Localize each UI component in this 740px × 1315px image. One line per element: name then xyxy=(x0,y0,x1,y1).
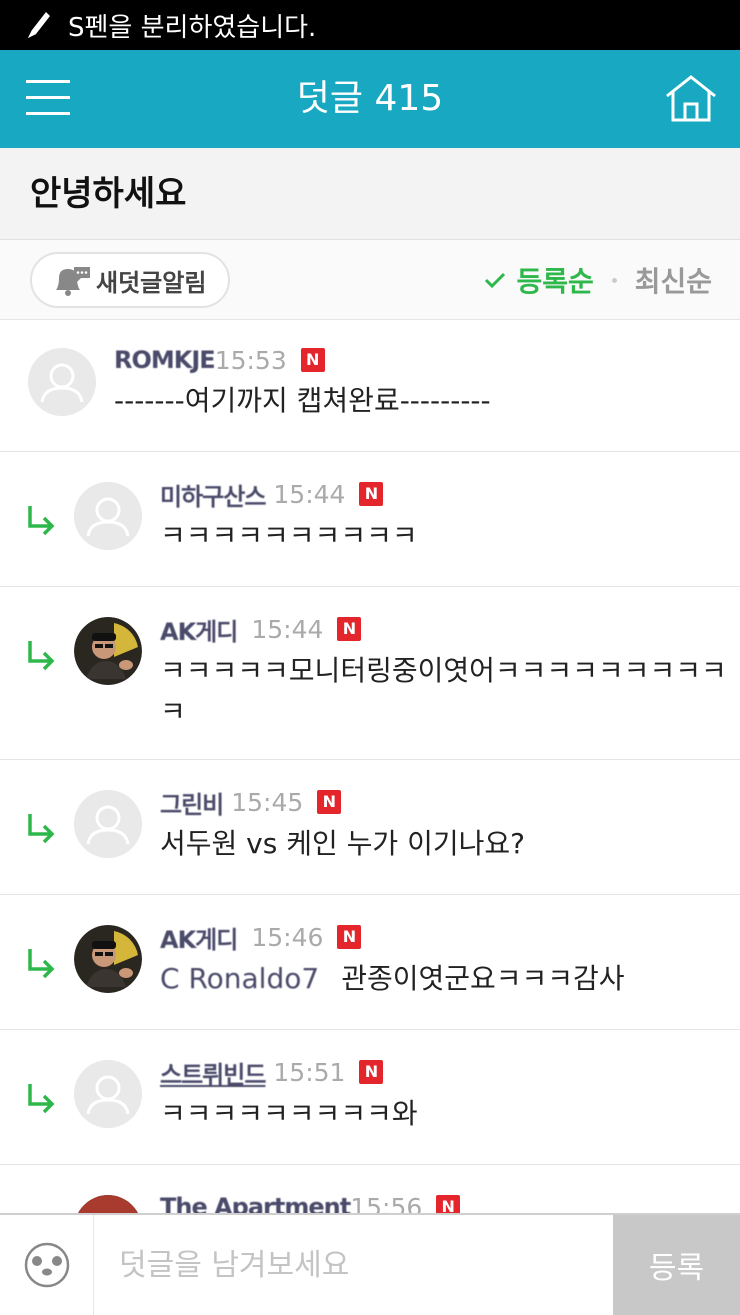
avatar-photo xyxy=(74,1195,142,1213)
comment-meta: 미하구산스 15:44 N xyxy=(160,477,384,512)
comment-author[interactable]: 미하구산스 xyxy=(160,477,266,512)
emoticon-icon xyxy=(24,1242,69,1288)
avatar xyxy=(74,1060,142,1128)
comment-list[interactable]: ROMKJE 15:53 N -------여기까지 캡쳐완료---------… xyxy=(0,320,740,1213)
avatar xyxy=(74,482,142,550)
comment-item: 그린비 15:45 N 서두원 vs 케인 누가 이기나요? xyxy=(0,760,740,895)
comment-time: 15:45 xyxy=(231,787,304,817)
avatar-photo xyxy=(74,925,142,993)
comment-text: -------여기까지 캡쳐완료--------- xyxy=(114,384,491,417)
comment-meta: AK게디 15:46 N xyxy=(160,920,362,955)
comment-author[interactable]: The Apartment xyxy=(160,1193,351,1213)
new-comment-notify-button[interactable]: 새덧글알림 xyxy=(30,252,230,308)
new-badge: N xyxy=(436,1195,461,1213)
reply-arrow-icon xyxy=(28,1084,55,1114)
new-badge: N xyxy=(337,925,362,949)
comment-item: 스트뤼빈드 15:51 N ㅋㅋㅋㅋㅋㅋㅋㅋㅋ와 xyxy=(0,1030,740,1165)
sort-label-registration: 등록순 xyxy=(516,265,594,298)
comment-text: C Ronaldo7 관종이엿군요ㅋㅋㅋ감사 xyxy=(160,956,625,1002)
comment-item: 미하구산스 15:44 N ㅋㅋㅋㅋㅋㅋㅋㅋㅋㅋ xyxy=(0,452,740,587)
post-title-bar: 안녕하세요 xyxy=(0,148,740,240)
comment-author[interactable]: AK게디 xyxy=(160,920,238,955)
comment-text-continued: ㅋ xyxy=(160,695,186,728)
comment-text: ㅋㅋㅋㅋㅋㅋㅋㅋㅋ와 xyxy=(160,1097,418,1130)
status-bar: S펜을 분리하였습니다. xyxy=(0,0,740,50)
comment-item: The Apartment 15:56 N xyxy=(0,1165,740,1213)
new-badge: N xyxy=(300,348,325,372)
comment-item: ROMKJE 15:53 N -------여기까지 캡쳐완료--------- xyxy=(0,320,740,452)
new-badge: N xyxy=(317,790,342,814)
reply-arrow-icon xyxy=(28,641,55,671)
comment-meta: AK게디 15:44 N xyxy=(160,612,362,647)
status-message: S펜을 분리하였습니다. xyxy=(68,12,317,43)
avatar xyxy=(28,348,96,416)
comment-time: 15:46 xyxy=(251,922,324,952)
comment-time: 15:53 xyxy=(214,345,287,375)
sort-by-registration[interactable]: 등록순 xyxy=(484,260,594,300)
pen-icon xyxy=(18,0,58,50)
comment-text: 서두원 vs 케인 누가 이기나요? xyxy=(160,827,525,860)
notify-label: 새덧글알림 xyxy=(96,268,207,297)
avatar xyxy=(74,790,142,858)
sort-by-latest[interactable]: 최신순 xyxy=(635,260,712,300)
comment-author[interactable]: 그린비 xyxy=(160,785,224,820)
comment-meta: The Apartment 15:56 N xyxy=(160,1192,461,1214)
reply-arrow-icon xyxy=(28,506,55,536)
comment-body: 관종이엿군요ㅋㅋㅋ감사 xyxy=(341,962,625,995)
comment-author[interactable]: 스트뤼빈드 xyxy=(160,1055,266,1090)
title-bar: 덧글 415 xyxy=(0,50,740,148)
sort-options: 등록순 최신순 xyxy=(484,240,712,320)
comment-text: ㅋㅋㅋㅋㅋㅋㅋㅋㅋㅋ xyxy=(160,519,418,552)
comment-item: AK게디 15:44 N ㅋㅋㅋㅋㅋ모니터링중이엿어ㅋㅋㅋㅋㅋㅋㅋㅋㅋ ㅋ xyxy=(0,587,740,760)
comment-author[interactable]: AK게디 xyxy=(160,612,238,647)
emoticon-button[interactable] xyxy=(0,1215,94,1315)
comment-item: AK게디 15:46 N C Ronaldo7 관종이엿군요ㅋㅋㅋ감사 xyxy=(0,895,740,1030)
page-title: 덧글 415 xyxy=(296,78,444,119)
comment-time: 15:44 xyxy=(251,614,324,644)
comment-meta: 스트뤼빈드 15:51 N xyxy=(160,1055,384,1090)
check-icon xyxy=(485,272,506,289)
avatar-photo xyxy=(74,617,142,685)
comment-text: ㅋㅋㅋㅋㅋ모니터링중이엿어ㅋㅋㅋㅋㅋㅋㅋㅋㅋ xyxy=(160,654,727,687)
comment-meta: 그린비 15:45 N xyxy=(160,785,342,820)
comment-input[interactable] xyxy=(95,1215,613,1315)
home-icon[interactable] xyxy=(664,74,718,124)
post-title: 안녕하세요 xyxy=(30,174,187,214)
reply-arrow-icon xyxy=(28,814,55,844)
new-badge: N xyxy=(359,1060,384,1084)
sort-label-latest: 최신순 xyxy=(634,265,712,298)
sort-separator xyxy=(611,277,617,283)
comment-time: 15:56 xyxy=(350,1192,423,1214)
mention-tag[interactable]: C Ronaldo7 xyxy=(160,962,319,995)
new-badge: N xyxy=(359,482,384,506)
comment-meta: ROMKJE 15:53 N xyxy=(114,345,325,375)
comment-input-bar: 등록 xyxy=(0,1213,740,1315)
submit-comment-button[interactable]: 등록 xyxy=(613,1215,740,1315)
reply-arrow-icon xyxy=(28,949,55,979)
bell-icon xyxy=(56,267,90,296)
new-badge: N xyxy=(337,617,362,641)
comment-author[interactable]: ROMKJE xyxy=(114,346,216,374)
comment-time: 15:51 xyxy=(273,1057,346,1087)
comment-time: 15:44 xyxy=(273,479,346,509)
comment-controls: 새덧글알림 등록순 최신순 xyxy=(0,240,740,320)
